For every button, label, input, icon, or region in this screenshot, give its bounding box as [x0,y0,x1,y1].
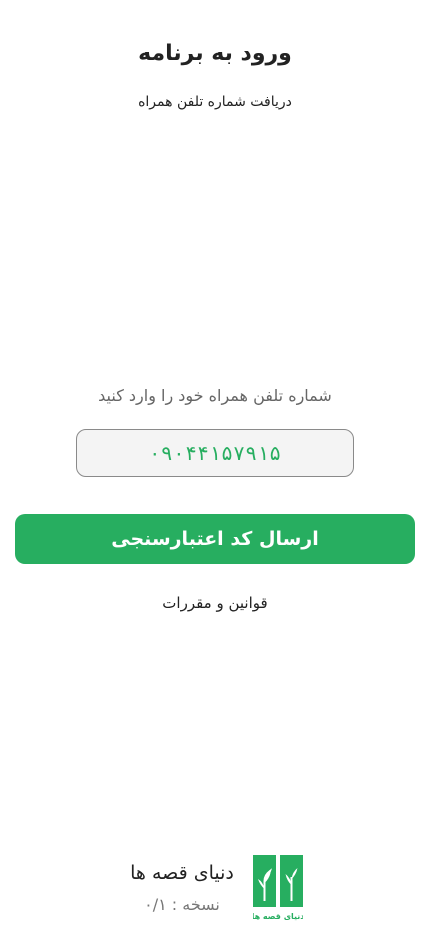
phone-prompt: شماره تلفن همراه خود را وارد کنید [98,386,332,405]
app-logo-icon: دنیای قصه ها [253,855,303,921]
send-verification-code-button[interactable]: ارسال کد اعتبارسنجی [15,514,415,564]
page-subtitle: دریافت شماره تلفن همراه [138,94,292,110]
app-name: دنیای قصه ها [130,862,234,884]
terms-and-conditions-link[interactable]: قوانین و مقررات [0,591,430,615]
app-version: نسخه : ۰/۱ [144,895,220,914]
page-title: ورود به برنامه [138,41,292,66]
logo-caption: دنیای قصه ها [253,912,303,921]
phone-number-input[interactable]: ۰۹۰۴۴۱۵۷۹۱۵ [76,429,354,477]
